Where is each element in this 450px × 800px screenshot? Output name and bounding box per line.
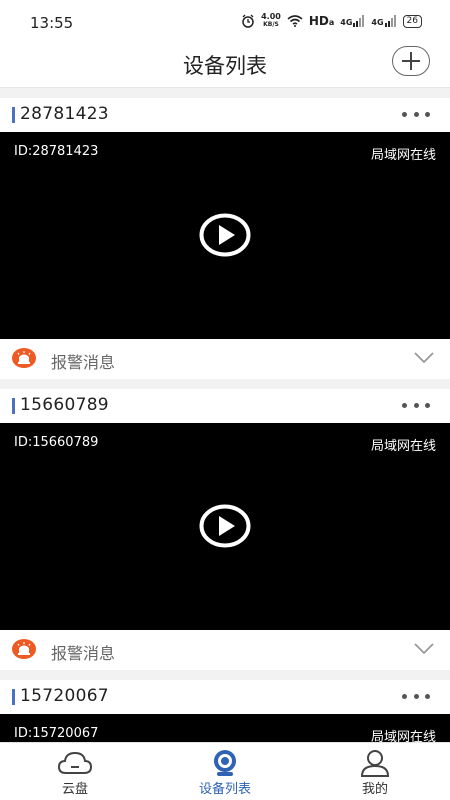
device-name: 15660789 <box>20 395 109 415</box>
device-name: 28781423 <box>20 104 109 124</box>
device-card-header: 15720067 <box>0 680 450 714</box>
play-icon[interactable] <box>199 213 251 257</box>
alarm-clock-icon <box>242 14 254 28</box>
user-icon <box>360 750 390 777</box>
status-icons: 4.00 KB/S HDa 4G 4G 26 <box>241 13 422 29</box>
alarm-message-row[interactable]: 报警消息 <box>0 339 450 379</box>
status-bar: 13:55 4.00 KB/S HDa 4G 4G 26 <box>0 0 450 44</box>
plus-icon <box>402 52 420 70</box>
signal-icon-1 <box>353 15 365 27</box>
accent-bar <box>12 107 15 123</box>
page-title: 设备列表 <box>183 54 267 78</box>
accent-bar <box>12 398 15 414</box>
tab-label: 设备列表 <box>198 782 251 797</box>
video-overlay-id: ID:15660789 <box>14 435 99 450</box>
video-overlay-id: ID:15720067 <box>14 726 99 741</box>
tab-label: 我的 <box>361 782 388 797</box>
more-options-button[interactable] <box>402 403 430 409</box>
alarm-icon <box>12 348 36 368</box>
signal-icon-2 <box>384 15 396 27</box>
hd-suffix: a <box>328 18 335 27</box>
camera-icon <box>214 750 236 776</box>
chevron-down-icon[interactable] <box>414 352 434 364</box>
net-speed-unit: KB/S <box>263 21 279 28</box>
tab-label: 云盘 <box>61 782 88 797</box>
chevron-down-icon[interactable] <box>414 643 434 655</box>
connection-status: 局域网在线 <box>370 148 436 163</box>
accent-bar <box>12 689 15 705</box>
device-card: 15660789 ID:15660789 局域网在线 报警消息 <box>0 389 450 670</box>
battery-icon: 26 <box>402 14 422 28</box>
cloud-icon <box>57 751 93 774</box>
alarm-message-label: 报警消息 <box>51 644 116 663</box>
wifi-icon <box>287 15 303 27</box>
tab-device-list[interactable]: 设备列表 <box>170 743 280 800</box>
alarm-message-row[interactable]: 报警消息 <box>0 630 450 670</box>
video-overlay-id: ID:28781423 <box>14 144 99 159</box>
bottom-tab-bar: 云盘 设备列表 我的 <box>0 742 450 800</box>
signal-4g-label-2: 4G <box>371 18 384 27</box>
alarm-icon <box>12 639 36 659</box>
alarm-message-label: 报警消息 <box>51 353 116 372</box>
device-card-header: 28781423 <box>0 98 450 132</box>
more-options-button[interactable] <box>402 112 430 118</box>
hd-indicator: HD <box>308 14 329 28</box>
add-device-button[interactable] <box>392 46 430 76</box>
net-speed: 4.00 <box>261 12 281 21</box>
device-name: 15720067 <box>20 686 109 706</box>
play-icon[interactable] <box>199 504 251 548</box>
signal-4g-label-1: 4G <box>340 18 353 27</box>
video-preview[interactable]: ID:15660789 局域网在线 <box>0 423 450 630</box>
app-header: 设备列表 <box>0 44 450 88</box>
tab-cloud[interactable]: 云盘 <box>20 743 130 800</box>
connection-status: 局域网在线 <box>370 439 436 454</box>
device-card-header: 15660789 <box>0 389 450 423</box>
video-preview[interactable]: ID:28781423 局域网在线 <box>0 132 450 339</box>
status-time: 13:55 <box>30 14 74 32</box>
more-options-button[interactable] <box>402 694 430 700</box>
tab-profile[interactable]: 我的 <box>320 743 430 800</box>
device-card: 28781423 ID:28781423 局域网在线 报警消息 <box>0 98 450 379</box>
